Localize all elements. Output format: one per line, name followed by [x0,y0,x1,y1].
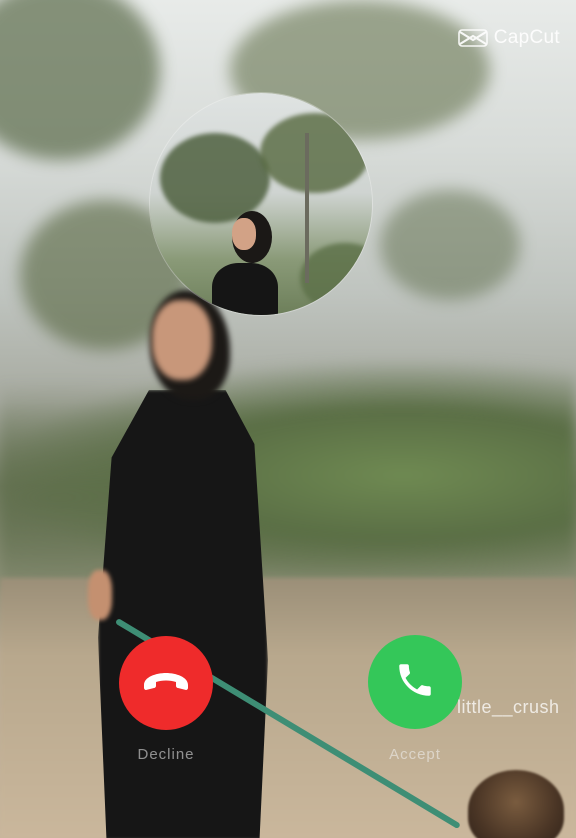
background-palm [0,0,160,160]
incoming-call-screen: CapCut Decline Accept little__crush [0,0,576,838]
decline-call-button[interactable] [119,636,213,730]
capcut-watermark: CapCut [457,27,560,49]
accept-call-button[interactable] [368,635,462,729]
phone-icon [394,659,436,706]
background-palm [380,190,520,300]
accept-label: Accept [389,746,441,763]
capcut-logo-icon [457,28,488,48]
caller-handle: little__crush [457,697,560,717]
decline-label: Decline [137,746,195,763]
capcut-brand-text: CapCut [493,27,560,48]
phone-hangup-icon [140,669,192,698]
caller-avatar [150,93,372,315]
